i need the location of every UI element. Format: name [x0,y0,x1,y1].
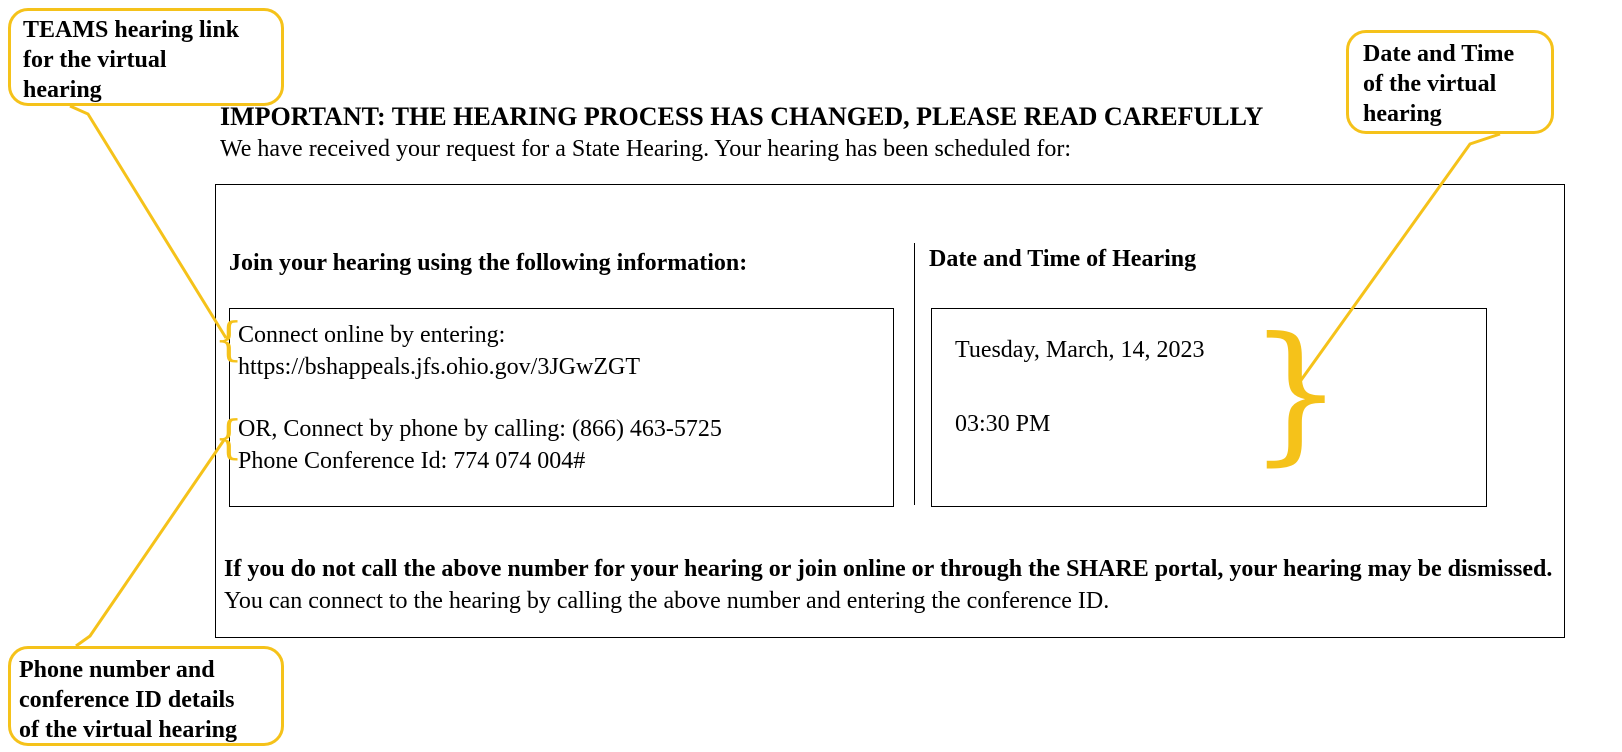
notice-heading: IMPORTANT: THE HEARING PROCESS HAS CHANG… [220,102,1264,131]
callout-line: for the virtual [23,47,167,73]
callout-teams-link: TEAMS hearing link for the virtual heari… [8,8,284,106]
dismissal-warning-rest: You can connect to the hearing by callin… [224,588,1110,614]
leader-line-teams [69,104,228,339]
callout-line: Phone number and [19,657,215,683]
hearing-date: Tuesday, March, 14, 2023 [955,337,1205,363]
online-connect-label: Connect online by entering: [238,322,506,348]
leader-line-phone [75,439,226,648]
callout-line: hearing [1363,101,1442,127]
dismissal-warning: If you do not call the above number for … [224,553,1564,617]
teams-hearing-link[interactable]: https://bshappeals.jfs.ohio.gov/3JGwZGT [238,354,640,381]
notice-intro: We have received your request for a Stat… [220,136,1072,162]
left-brace-icon: { [214,312,244,366]
callout-line: conference ID details [19,687,235,713]
callout-line: Date and Time [1363,41,1515,67]
callout-line: TEAMS hearing link [23,17,240,43]
conference-id-line: Phone Conference Id: 774 074 004# [238,448,586,474]
callout-phone-details: Phone number and conference ID details o… [8,646,284,746]
dismissal-warning-bold: If you do not call the above number for … [224,556,1553,582]
column-divider [914,243,915,505]
left-brace-icon: { [214,410,244,464]
callout-date-time: Date and Time of the virtual hearing [1346,30,1554,134]
callout-line: of the virtual hearing [19,717,237,743]
phone-connect-line: OR, Connect by phone by calling: (866) 4… [238,416,722,442]
join-heading: Join your hearing using the following in… [229,250,748,276]
callout-line: of the virtual [1363,71,1497,97]
date-time-heading: Date and Time of Hearing [929,246,1197,272]
hearing-time: 03:30 PM [955,411,1051,437]
callout-line: hearing [23,77,102,103]
right-brace-icon: } [1248,306,1344,480]
